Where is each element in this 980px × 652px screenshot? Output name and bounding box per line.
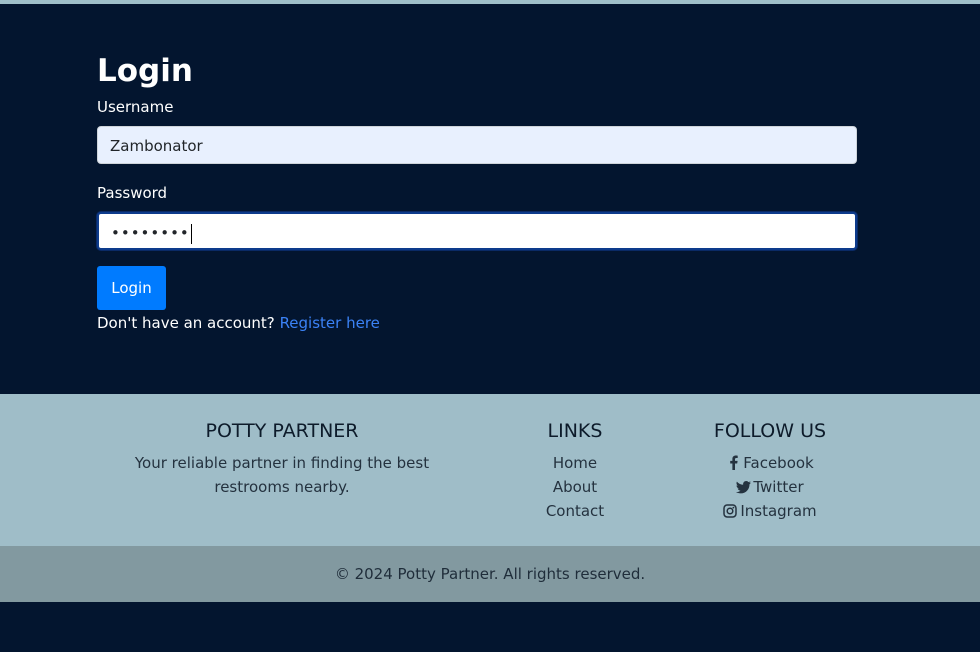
copyright-bar: © 2024 Potty Partner. All rights reserve… — [0, 546, 980, 602]
facebook-label: Facebook — [743, 454, 814, 472]
register-prompt: Don't have an account? Register here — [97, 312, 380, 334]
register-prompt-text: Don't have an account? — [97, 314, 275, 332]
footer-link-instagram[interactable]: Instagram — [690, 499, 850, 523]
instagram-label: Instagram — [740, 502, 817, 520]
footer: POTTY PARTNER Your reliable partner in f… — [0, 394, 980, 546]
facebook-icon — [726, 451, 740, 475]
twitter-label: Twitter — [753, 478, 804, 496]
page-title: Login — [97, 53, 193, 89]
login-button[interactable]: Login — [97, 266, 166, 310]
login-section: Login Username Zambonator Password •••••… — [0, 4, 980, 394]
register-link[interactable]: Register here — [280, 314, 380, 332]
password-label: Password — [97, 184, 168, 202]
username-input[interactable]: Zambonator — [97, 126, 857, 164]
username-label: Username — [97, 98, 174, 116]
username-value: Zambonator — [110, 137, 203, 155]
footer-links-list: Home About Contact — [530, 451, 620, 523]
footer-follow-title: FOLLOW US — [713, 420, 827, 442]
password-value: •••••••• — [111, 224, 190, 242]
footer-follow-list: Facebook Twitter Instagram — [690, 451, 850, 523]
password-input[interactable]: •••••••• — [97, 212, 857, 250]
footer-link-home[interactable]: Home — [530, 451, 620, 475]
text-caret — [190, 223, 192, 244]
footer-brand-title: POTTY PARTNER — [205, 420, 359, 442]
footer-link-contact[interactable]: Contact — [530, 499, 620, 523]
twitter-icon — [736, 475, 752, 499]
instagram-icon — [723, 499, 738, 523]
footer-link-about[interactable]: About — [530, 475, 620, 499]
copyright-text: © 2024 Potty Partner. All rights reserve… — [334, 565, 646, 583]
footer-link-facebook[interactable]: Facebook — [690, 451, 850, 475]
footer-brand-description: Your reliable partner in finding the bes… — [134, 454, 430, 496]
footer-link-twitter[interactable]: Twitter — [690, 475, 850, 499]
page-bottom — [0, 602, 980, 652]
footer-links-title: LINKS — [547, 420, 603, 442]
